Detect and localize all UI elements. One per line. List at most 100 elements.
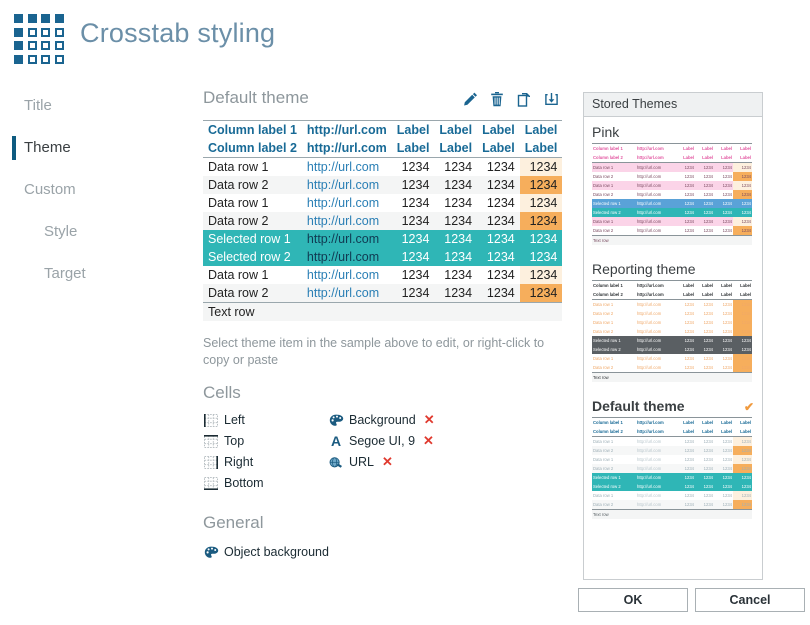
cell[interactable]: 1234	[477, 266, 520, 284]
cell[interactable]: Label	[434, 139, 478, 158]
cell[interactable]: Label	[477, 120, 520, 139]
cell[interactable]: 1234	[434, 230, 478, 248]
delete-trash-icon[interactable]	[488, 90, 506, 108]
table-row-selected[interactable]: Selected row 1 http://url.com 1234 1234 …	[203, 230, 563, 248]
cell[interactable]: 1234	[519, 176, 563, 194]
cell[interactable]: Label	[391, 139, 435, 158]
border-bottom-row[interactable]: Bottom	[203, 474, 333, 493]
cell[interactable]: 1234	[519, 157, 563, 176]
font-property-row[interactable]: A Segoe UI, 9 ✕	[328, 432, 568, 451]
cell[interactable]: Data row 2	[203, 212, 302, 230]
cell[interactable]: 1234	[392, 194, 435, 212]
cell[interactable]: Data row 1	[203, 194, 302, 212]
cell[interactable]	[434, 302, 478, 321]
table-row[interactable]: Data row 2 http://url.com 1234 1234 1234…	[203, 212, 563, 230]
object-background-row[interactable]: Object background	[203, 543, 580, 562]
cell[interactable]: 1234	[434, 212, 477, 230]
cancel-button[interactable]: Cancel	[695, 588, 805, 612]
clear-background-icon[interactable]: ✕	[424, 412, 435, 428]
cell[interactable]: Column label 1	[203, 120, 302, 139]
cell[interactable]: 1234	[519, 266, 563, 284]
cell[interactable]: 1234	[477, 176, 520, 194]
cell[interactable]: http://url.com	[302, 194, 392, 212]
cell[interactable]: 1234	[477, 212, 520, 230]
cell[interactable]: 1234	[477, 284, 520, 303]
cell[interactable]: 1234	[434, 266, 477, 284]
cell[interactable]: 1234	[477, 230, 520, 248]
cell[interactable]: Data row 1	[203, 158, 302, 177]
ok-button[interactable]: OK	[578, 588, 688, 612]
cell[interactable]: Selected row 2	[203, 248, 302, 266]
cell[interactable]: Label	[519, 139, 563, 158]
cell[interactable]: 1234	[392, 158, 435, 177]
cell[interactable]: 1234	[519, 284, 563, 303]
cell[interactable]: Label	[391, 120, 435, 139]
cell[interactable]: 1234	[392, 212, 435, 230]
cell[interactable]: http://url.com	[302, 176, 392, 194]
cell[interactable]: http://url.com	[302, 158, 392, 177]
cell[interactable]: Data row 2	[203, 176, 302, 194]
cell[interactable]: http://url.com	[302, 284, 392, 303]
sidebar-item-target[interactable]: Target	[0, 253, 195, 295]
border-left-row[interactable]: Left	[203, 411, 333, 430]
cell[interactable]: 1234	[477, 158, 520, 177]
cell[interactable]: 1234	[519, 194, 563, 212]
table-row[interactable]: Column label 1 http://url.com Label Labe…	[203, 120, 563, 139]
cell[interactable]: Data row 1	[203, 266, 302, 284]
cell[interactable]: 1234	[434, 284, 477, 303]
table-row[interactable]: Column label 2 http://url.com Label Labe…	[203, 139, 563, 158]
cell[interactable]: 1234	[477, 248, 520, 266]
cell[interactable]: http://url.com	[301, 120, 392, 139]
background-property-row[interactable]: Background ✕	[328, 411, 568, 430]
table-row[interactable]: Data row 2 http://url.com 1234 1234 1234…	[203, 176, 563, 194]
clear-url-icon[interactable]: ✕	[382, 454, 393, 470]
stored-theme-reporting[interactable]: Reporting theme Column label 1 http://url…	[584, 255, 762, 392]
cell[interactable]: 1234	[519, 230, 563, 248]
table-row[interactable]: Data row 1 http://url.com 1234 1234 1234…	[203, 266, 563, 284]
sidebar-item-custom[interactable]: Custom	[0, 169, 195, 211]
cell[interactable]: 1234	[392, 176, 435, 194]
cell[interactable]: 1234	[391, 230, 435, 248]
cell[interactable]	[301, 302, 392, 321]
cell[interactable]: http://url.com	[302, 266, 392, 284]
cell[interactable]: 1234	[434, 176, 477, 194]
stored-themes-list[interactable]: Pink Column label 1 http://url.com Label La…	[584, 118, 762, 579]
cell[interactable]	[519, 302, 563, 321]
cell[interactable]: http://url.com	[301, 139, 392, 158]
cell[interactable]: http://url.com	[302, 212, 392, 230]
copy-duplicate-icon[interactable]	[515, 90, 533, 108]
cell[interactable]: http://url.com	[301, 248, 392, 266]
sidebar-item-title[interactable]: Title	[0, 85, 195, 127]
cell[interactable]: 1234	[392, 266, 435, 284]
table-row[interactable]: Data row 2 http://url.com 1234 1234 1234…	[203, 284, 563, 303]
cell[interactable]: 1234	[477, 194, 520, 212]
table-row-text[interactable]: Text row	[203, 302, 563, 321]
cell[interactable]: 1234	[434, 158, 477, 177]
cell[interactable]: 1234	[392, 284, 435, 303]
table-row[interactable]: Data row 1 http://url.com 1234 1234 1234…	[203, 157, 563, 177]
table-row-selected[interactable]: Selected row 2 http://url.com 1234 1234 …	[203, 248, 563, 266]
cell[interactable]: 1234	[391, 248, 435, 266]
cell[interactable]: 1234	[434, 248, 478, 266]
cell[interactable]: Label	[434, 120, 478, 139]
cell[interactable]: 1234	[519, 248, 563, 266]
stored-theme-default[interactable]: ✔ Default theme Column label 1 http://url…	[584, 392, 762, 529]
sidebar-item-theme[interactable]: Theme	[0, 127, 195, 169]
cell[interactable]: Selected row 1	[203, 230, 302, 248]
cell[interactable]	[391, 302, 435, 321]
cell[interactable]: Label	[519, 120, 563, 139]
cell[interactable]	[477, 302, 520, 321]
table-row[interactable]: Data row 1 http://url.com 1234 1234 1234…	[203, 194, 563, 212]
cell[interactable]: Data row 2	[203, 284, 302, 303]
cell[interactable]: Text row	[203, 302, 302, 321]
cell[interactable]: Column label 2	[203, 139, 302, 158]
edit-pencil-icon[interactable]	[461, 90, 479, 108]
clear-font-icon[interactable]: ✕	[423, 433, 434, 449]
url-property-row[interactable]: URL ✕	[328, 453, 568, 472]
stored-theme-pink[interactable]: Pink Column label 1 http://url.com Label La…	[584, 118, 762, 255]
border-top-row[interactable]: Top	[203, 432, 333, 451]
cell[interactable]: 1234	[434, 194, 477, 212]
cell[interactable]: Label	[477, 139, 520, 158]
sidebar-item-style[interactable]: Style	[0, 211, 195, 253]
cell[interactable]: 1234	[519, 212, 563, 230]
